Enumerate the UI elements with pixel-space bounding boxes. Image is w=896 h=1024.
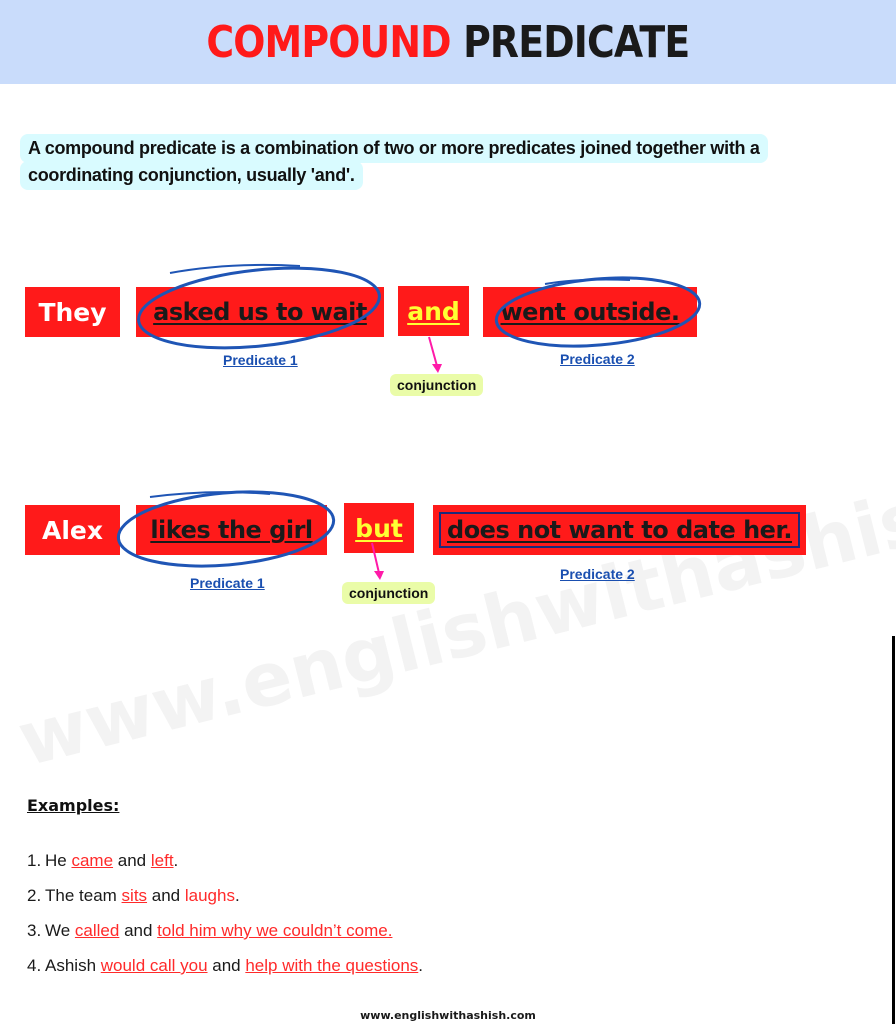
predicate-1-text: asked us to wait — [153, 298, 367, 326]
predicate-highlight: laughs — [184, 886, 235, 905]
subject-text: Alex — [42, 515, 103, 545]
conjunction-text: but — [355, 513, 403, 543]
predicate-2-label: Predicate 2 — [560, 351, 635, 367]
subject-box: They — [25, 287, 120, 337]
arrow-head-icon — [374, 571, 384, 580]
predicate-highlight: left — [150, 851, 174, 870]
predicate-1-text: likes the girl — [150, 516, 313, 544]
predicate-1-box: asked us to wait — [136, 287, 384, 337]
conjunction-box: but — [344, 503, 414, 553]
conjunction-label: conjunction — [390, 374, 484, 396]
examples-list: 1. He came and left. 2. The team sits and … — [27, 850, 423, 990]
definition-line-1: A compound predicate is a combination of… — [20, 134, 768, 163]
definition-callout: A compound predicate is a combination of… — [20, 134, 846, 190]
page-header: COMPOUND PREDICATE — [0, 0, 896, 84]
edge-divider — [892, 636, 895, 1024]
conjunction-label: conjunction — [342, 582, 436, 604]
circle-stroke — [169, 263, 301, 274]
predicate-1-label: Predicate 1 — [190, 575, 265, 591]
arrow-line — [428, 336, 438, 367]
predicate-2-label: Predicate 2 — [560, 566, 635, 582]
circle-stroke — [544, 278, 631, 285]
examples-heading: Examples: — [27, 796, 120, 815]
arrow-head-icon — [432, 364, 442, 373]
example-item: 1. He came and left. — [27, 851, 179, 870]
subject-text: They — [38, 297, 107, 327]
predicate-1-box: likes the girl — [136, 505, 327, 555]
predicate-2-box: does not want to date her. — [433, 505, 806, 555]
example-item: 3. We called and told him why we couldn’t… — [27, 921, 393, 940]
example-item: 4. Ashish would call you and help with th… — [27, 956, 424, 975]
predicate-highlight: called — [74, 921, 120, 940]
page-title: COMPOUND PREDICATE — [206, 16, 691, 68]
footer-url: www.englishwithashish.com — [360, 1009, 536, 1022]
predicate-2-text: went outside. — [500, 298, 681, 326]
predicate-1-label: Predicate 1 — [223, 352, 298, 368]
predicate-highlight: help with the questions — [245, 956, 419, 975]
predicate-2-text: does not want to date her. — [439, 512, 800, 548]
conjunction-box: and — [398, 286, 469, 336]
conjunction-text: and — [407, 296, 460, 326]
predicate-highlight: sits — [121, 886, 148, 905]
example-item: 2. The team sits and laughs. — [27, 886, 240, 905]
definition-line-2: coordinating conjunction, usually 'and'. — [20, 161, 363, 190]
title-predicate: PREDICATE — [463, 16, 690, 68]
watermark: www.englishwithashish.com — [10, 413, 896, 784]
title-compound: COMPOUND — [206, 16, 452, 68]
predicate-highlight: came — [71, 851, 114, 870]
predicate-highlight: told him why we couldn’t come. — [157, 921, 393, 940]
circle-stroke — [149, 491, 271, 498]
predicate-2-box: went outside. — [483, 287, 697, 337]
subject-box: Alex — [25, 505, 120, 555]
predicate-highlight: would call you — [100, 956, 208, 975]
